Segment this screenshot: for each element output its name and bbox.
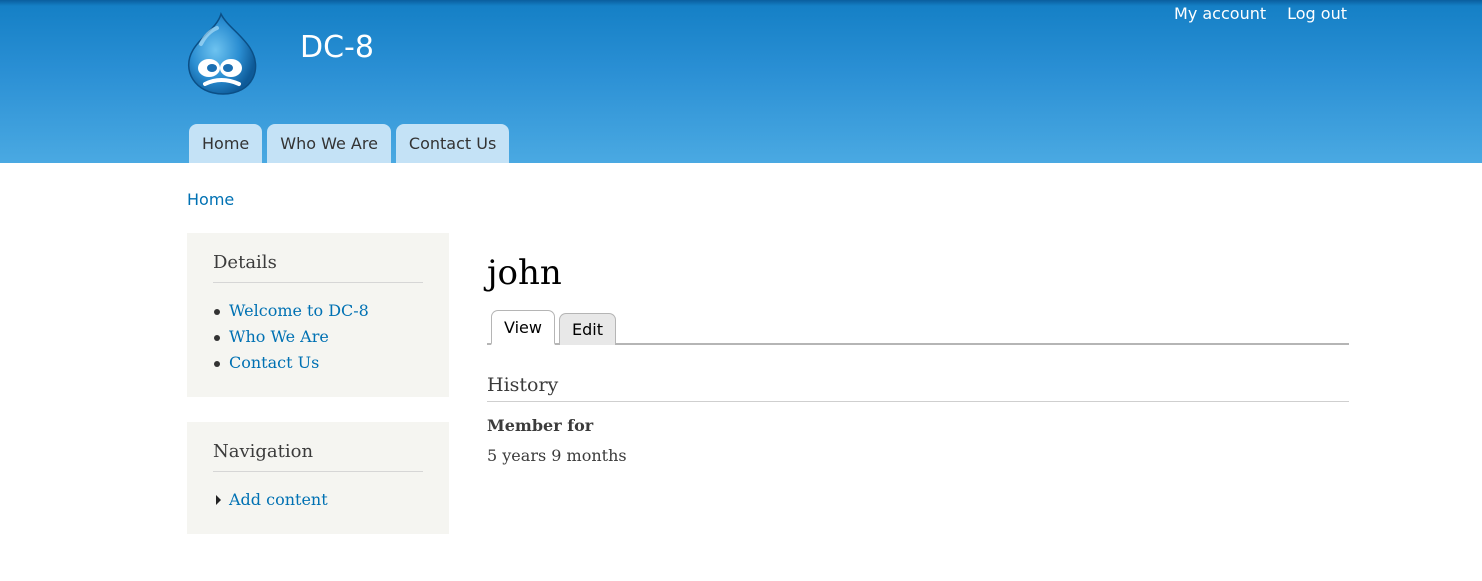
main-menu-contact-us[interactable]: Contact Us bbox=[395, 124, 510, 163]
details-link-who-we-are[interactable]: Who We Are bbox=[229, 327, 329, 346]
list-item: Add content bbox=[213, 487, 423, 513]
member-for-value: 5 years 9 months bbox=[487, 446, 627, 465]
main-menu: Home Who We Are Contact Us bbox=[189, 124, 510, 163]
list-item: Welcome to DC-8 bbox=[213, 298, 423, 324]
navigation-block: Navigation Add content bbox=[187, 422, 449, 534]
bullet-icon bbox=[214, 309, 220, 315]
main-content: john View Edit History Member for 5 year… bbox=[487, 250, 1349, 466]
tab-edit[interactable]: Edit bbox=[559, 313, 616, 345]
nav-link-add-content[interactable]: Add content bbox=[229, 490, 328, 509]
main-menu-who-we-are[interactable]: Who We Are bbox=[267, 124, 391, 163]
log-out-link[interactable]: Log out bbox=[1287, 4, 1347, 24]
tab-view[interactable]: View bbox=[491, 310, 555, 345]
navigation-block-title: Navigation bbox=[213, 422, 423, 472]
details-block-title: Details bbox=[213, 233, 423, 283]
primary-tabs: View Edit bbox=[487, 308, 1349, 345]
breadcrumb-home-link[interactable]: Home bbox=[187, 190, 234, 209]
details-block: Details Welcome to DC-8 Who We Are Conta… bbox=[187, 233, 449, 397]
breadcrumb: Home bbox=[187, 190, 234, 209]
member-for-label: Member for bbox=[487, 416, 594, 435]
site-name[interactable]: DC-8 bbox=[300, 28, 374, 68]
details-link-welcome[interactable]: Welcome to DC-8 bbox=[229, 301, 369, 320]
bullet-icon bbox=[214, 361, 220, 367]
details-list: Welcome to DC-8 Who We Are Contact Us bbox=[213, 298, 423, 376]
bullet-icon bbox=[214, 335, 220, 341]
my-account-link[interactable]: My account bbox=[1174, 4, 1266, 24]
list-item: Who We Are bbox=[213, 324, 423, 350]
list-item: Contact Us bbox=[213, 350, 423, 376]
secondary-menu: My account Log out bbox=[1174, 4, 1347, 24]
main-menu-home[interactable]: Home bbox=[189, 124, 263, 163]
navigation-list: Add content bbox=[213, 487, 423, 513]
details-link-contact-us[interactable]: Contact Us bbox=[229, 353, 319, 372]
drupal-drop-logo-icon[interactable] bbox=[183, 10, 261, 98]
page-title: john bbox=[487, 253, 562, 293]
history-title: History bbox=[487, 373, 1349, 402]
caret-right-icon[interactable] bbox=[216, 495, 221, 505]
site-header: DC-8 My account Log out Home Who We Are … bbox=[0, 0, 1482, 163]
